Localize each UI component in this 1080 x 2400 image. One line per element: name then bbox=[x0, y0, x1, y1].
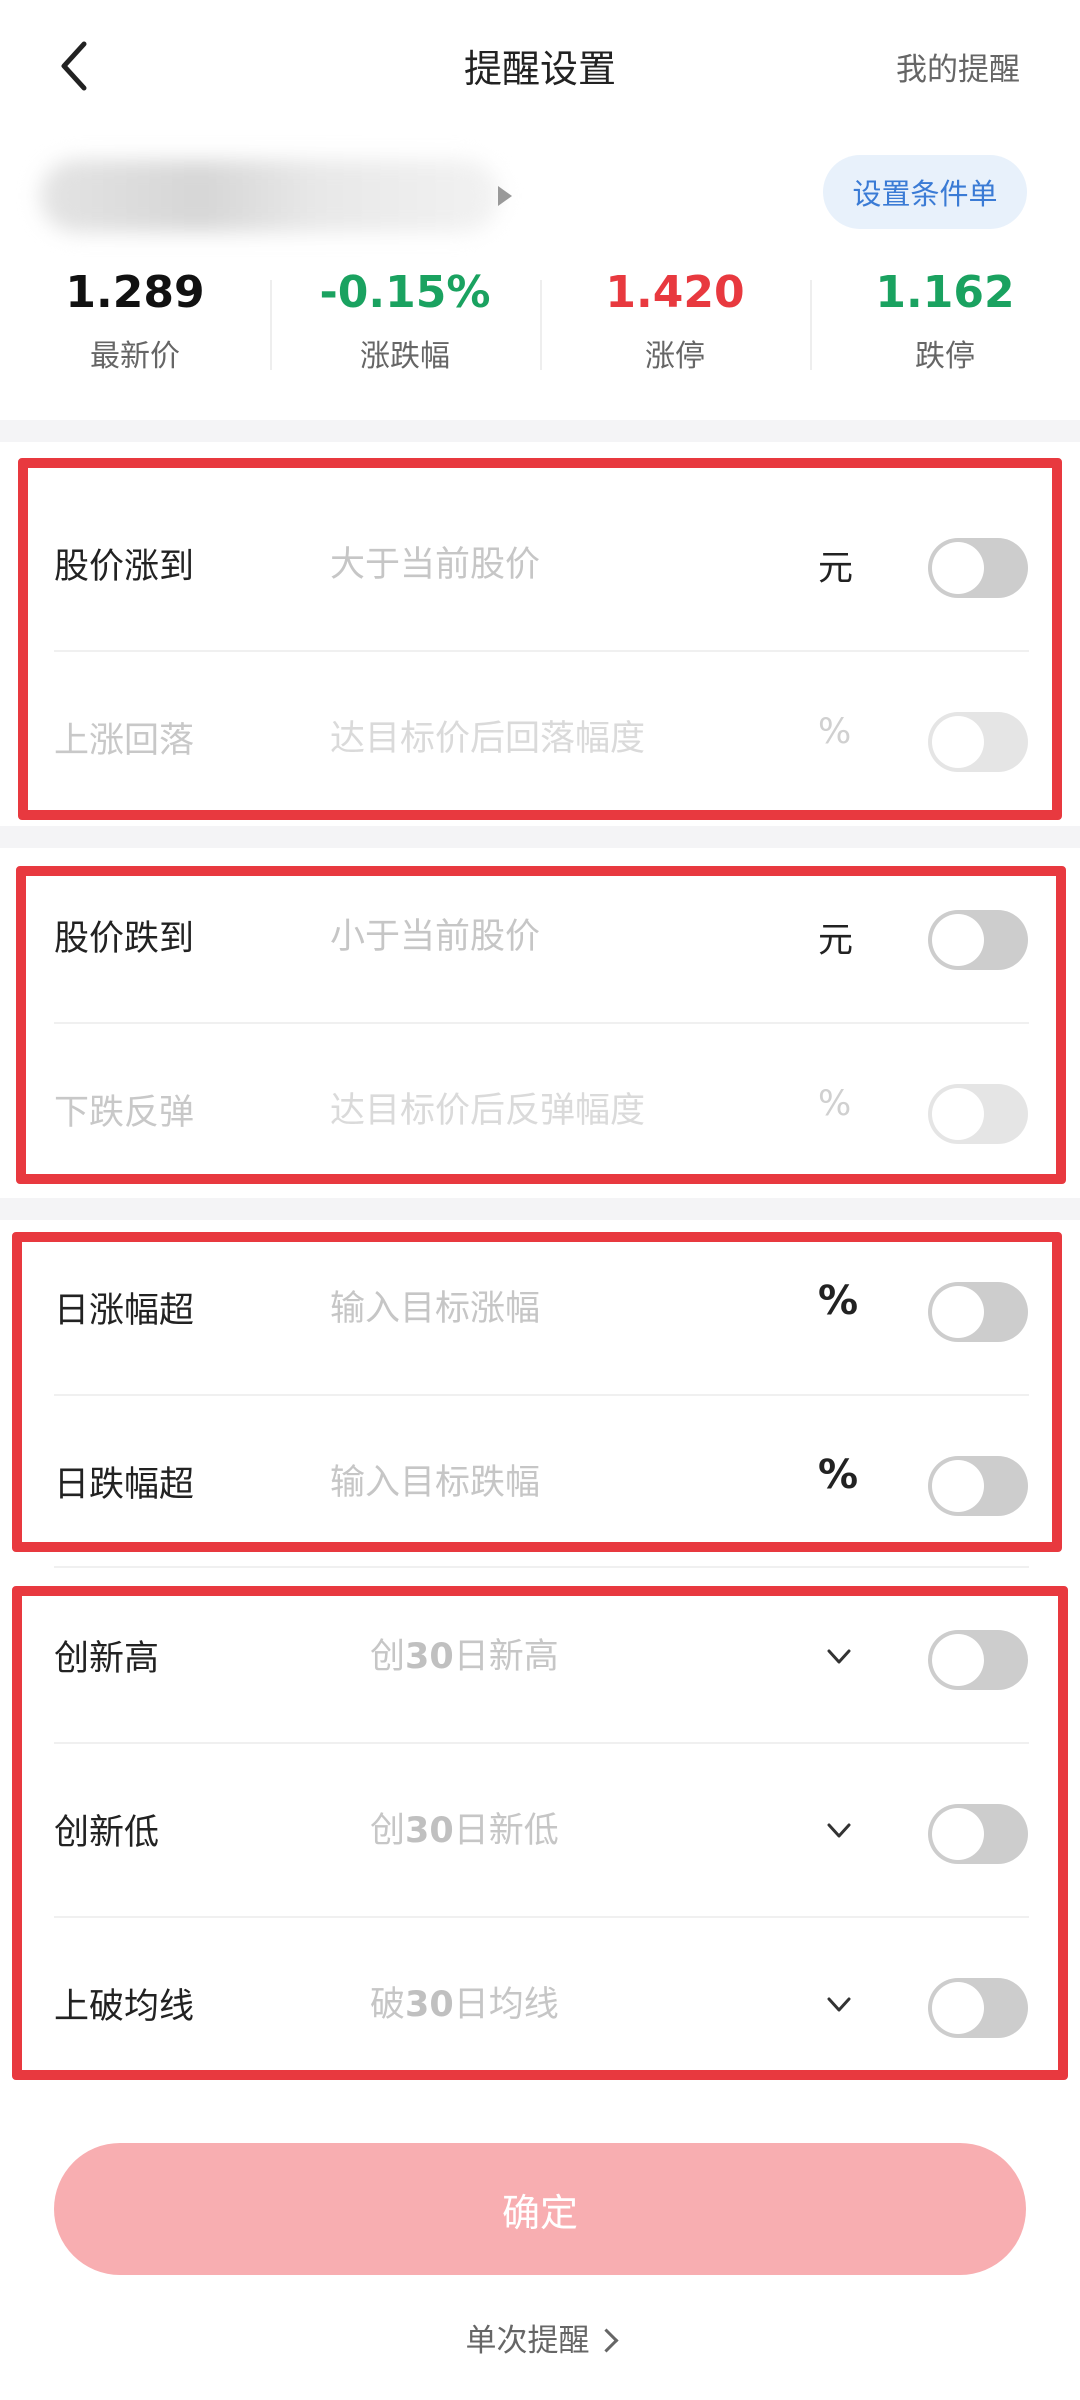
chevron-right-icon bbox=[498, 186, 512, 206]
quote-label: 涨停 bbox=[645, 339, 705, 374]
section-gap bbox=[0, 420, 1080, 442]
highlight-box bbox=[18, 458, 1062, 820]
set-condition-order-button[interactable]: 设置条件单 bbox=[823, 155, 1027, 229]
section-gap bbox=[0, 1198, 1080, 1220]
quote-value: 1.420 bbox=[605, 267, 745, 318]
quote-value: 1.289 bbox=[65, 267, 205, 318]
stock-name-blurred[interactable] bbox=[40, 160, 500, 232]
row-separator bbox=[54, 1566, 1029, 1568]
single-reminder-link[interactable]: 单次提醒 bbox=[0, 2315, 1080, 2360]
quote-change-percent: -0.15% 涨跌幅 bbox=[270, 265, 540, 385]
quote-value: 1.162 bbox=[875, 267, 1015, 318]
chevron-right-icon bbox=[593, 2328, 619, 2353]
my-reminders-link[interactable]: 我的提醒 bbox=[896, 44, 1020, 89]
quote-limit-down: 1.162 跌停 bbox=[810, 265, 1080, 385]
highlight-box bbox=[12, 1586, 1068, 2080]
quote-limit-up: 1.420 涨停 bbox=[540, 265, 810, 385]
section-gap bbox=[0, 826, 1080, 848]
quote-label: 最新价 bbox=[90, 339, 180, 374]
confirm-button[interactable]: 确定 bbox=[54, 2143, 1026, 2275]
highlight-box bbox=[16, 866, 1066, 1184]
quote-value: -0.15% bbox=[319, 267, 491, 318]
highlight-box bbox=[12, 1232, 1062, 1552]
quote-latest-price: 1.289 最新价 bbox=[0, 265, 270, 385]
single-reminder-label: 单次提醒 bbox=[465, 2323, 590, 2359]
quote-label: 涨跌幅 bbox=[360, 339, 450, 374]
quote-label: 跌停 bbox=[915, 339, 975, 374]
